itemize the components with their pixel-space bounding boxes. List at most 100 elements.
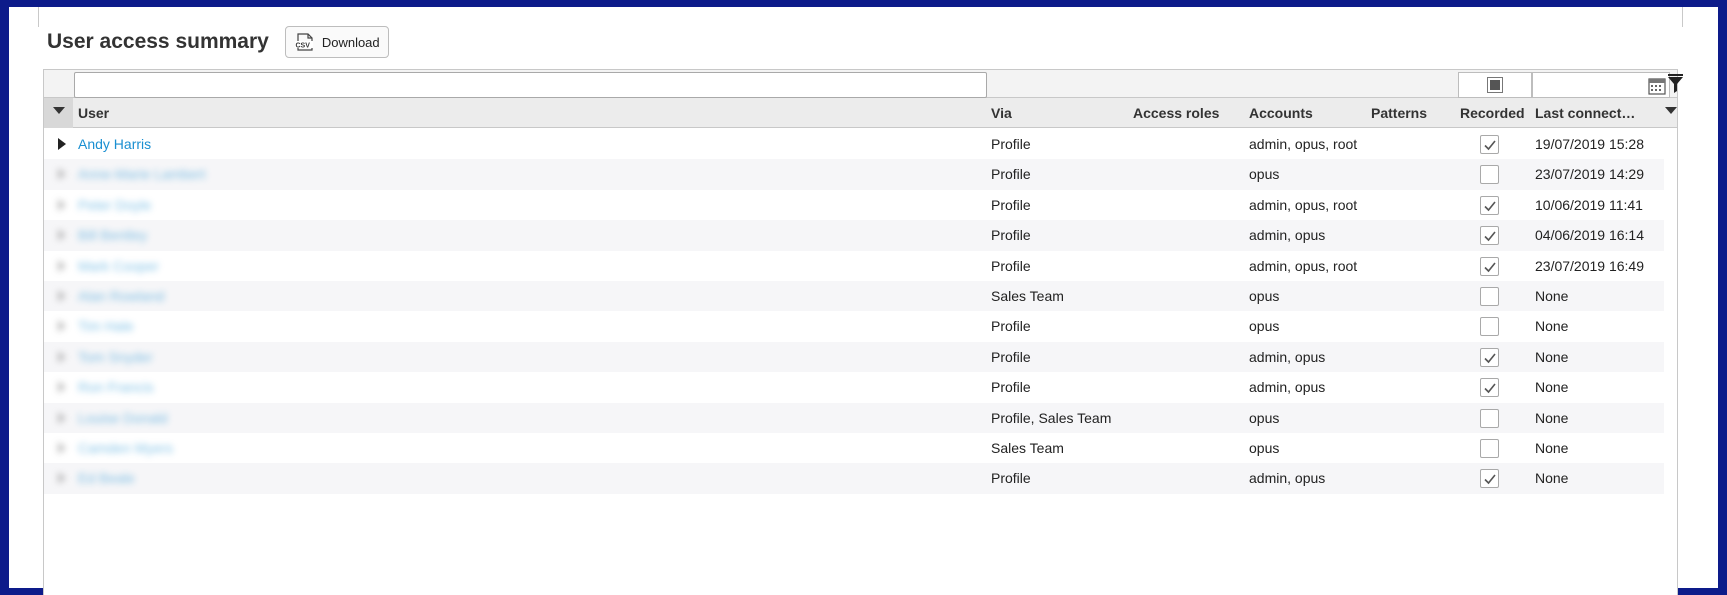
- expand-row-icon[interactable]: [58, 381, 66, 394]
- table-row[interactable]: Bill Bentley Profile admin, opus 04/06/2019…: [44, 220, 1664, 251]
- accounts-cell: admin, opus: [1249, 348, 1326, 365]
- last-connection-cell: 10/06/2019 11:41: [1535, 196, 1643, 213]
- page-header: User access summary CSV Download: [47, 22, 389, 62]
- accounts-cell: admin, opus, root: [1249, 257, 1358, 274]
- table-row[interactable]: Camden Myers Sales Team opus None: [44, 433, 1664, 463]
- recorded-checkbox[interactable]: [1480, 256, 1499, 276]
- via-cell: Profile: [991, 318, 1031, 335]
- user-link[interactable]: Alan Rowland: [78, 288, 164, 304]
- expand-row-icon[interactable]: [58, 441, 66, 454]
- panel-edge-right: [1682, 7, 1683, 27]
- indeterminate-checkbox-icon: [1487, 77, 1503, 93]
- page-title: User access summary: [47, 30, 269, 53]
- column-menu-chevron-icon[interactable]: [1665, 107, 1677, 114]
- table-row[interactable]: Mark Cooper Profile admin, opus, root 23/07…: [44, 251, 1664, 281]
- recorded-checkbox[interactable]: [1480, 286, 1499, 306]
- user-link[interactable]: Ed Beale: [78, 470, 135, 486]
- expand-row-icon[interactable]: [58, 168, 66, 181]
- user-link[interactable]: Tom Snyder: [78, 349, 153, 365]
- via-cell: Profile: [991, 348, 1031, 365]
- accounts-cell: opus: [1249, 287, 1280, 304]
- column-header-via[interactable]: Via: [991, 105, 1012, 121]
- check-icon: [1484, 353, 1496, 363]
- accounts-cell: admin, opus: [1249, 379, 1326, 396]
- check-icon: [1484, 262, 1496, 272]
- user-link[interactable]: Tim Hale: [78, 318, 134, 334]
- column-header-patterns[interactable]: Patterns: [1371, 105, 1427, 121]
- via-cell: Profile: [991, 227, 1031, 244]
- user-link[interactable]: Peter Doyle: [78, 197, 151, 213]
- last-connection-cell: 04/06/2019 16:14: [1535, 227, 1644, 244]
- collapse-all-toggle[interactable]: [44, 98, 73, 128]
- table-row[interactable]: Alan Rowland Sales Team opus None: [44, 280, 1664, 312]
- via-cell: Profile, Sales Team: [991, 409, 1112, 426]
- expand-row-icon[interactable]: [58, 472, 66, 485]
- recorded-checkbox[interactable]: [1480, 347, 1499, 367]
- column-header-access-roles[interactable]: Access roles: [1133, 105, 1219, 121]
- recorded-checkbox[interactable]: [1480, 226, 1499, 246]
- last-connection-cell: None: [1535, 379, 1569, 396]
- accounts-cell: admin, opus, root: [1249, 196, 1358, 213]
- filter-row: [44, 70, 1683, 98]
- check-icon: [1484, 383, 1496, 394]
- recorded-checkbox[interactable]: [1480, 165, 1499, 185]
- table-row[interactable]: Andy Harris Profile admin, opus, root 19/07…: [44, 129, 1664, 159]
- recorded-checkbox[interactable]: [1480, 438, 1499, 458]
- table-row[interactable]: Ed Beale Profile admin, opus None: [44, 463, 1664, 494]
- column-header-user[interactable]: User: [78, 105, 109, 121]
- accounts-cell: opus: [1249, 318, 1280, 335]
- recorded-checkbox[interactable]: [1480, 469, 1499, 489]
- user-link[interactable]: Louise Donald: [78, 410, 168, 426]
- recorded-filter-checkbox[interactable]: [1458, 72, 1532, 98]
- expand-row-icon[interactable]: [58, 138, 66, 150]
- expand-row-icon[interactable]: [58, 350, 66, 363]
- calendar-icon[interactable]: [1648, 77, 1666, 95]
- accounts-cell: opus: [1249, 166, 1280, 183]
- table-row[interactable]: Tom Snyder Profile admin, opus None: [44, 341, 1664, 373]
- accounts-cell: opus: [1249, 439, 1280, 456]
- recorded-checkbox[interactable]: [1480, 135, 1499, 154]
- table-row[interactable]: Ron Francis Profile admin, opus None: [44, 372, 1664, 402]
- last-connection-cell: 23/07/2019 14:29: [1535, 166, 1644, 183]
- via-cell: Sales Team: [991, 287, 1064, 304]
- recorded-checkbox[interactable]: [1480, 317, 1499, 337]
- user-link[interactable]: Anne-Marie Lambert: [78, 166, 206, 182]
- column-header-accounts[interactable]: Accounts: [1249, 105, 1313, 121]
- last-connection-cell: None: [1535, 439, 1569, 456]
- via-cell: Profile: [991, 379, 1031, 396]
- user-access-grid: User Via Access roles Accounts Patterns …: [43, 69, 1683, 595]
- column-header-recorded[interactable]: Recorded: [1460, 105, 1525, 121]
- table-row[interactable]: Anne-Marie Lambert Profile opus 23/07/2019 …: [44, 159, 1664, 190]
- expand-row-icon[interactable]: [58, 259, 66, 272]
- last-connection-filter[interactable]: [1532, 72, 1670, 98]
- table-row[interactable]: Peter Doyle Profile admin, opus, root 10/06…: [44, 190, 1664, 220]
- via-cell: Profile: [991, 470, 1031, 487]
- via-cell: Sales Team: [991, 439, 1064, 456]
- user-link[interactable]: Mark Cooper: [78, 258, 159, 274]
- accounts-cell: opus: [1249, 409, 1280, 426]
- user-link[interactable]: Bill Bentley: [78, 227, 147, 243]
- expand-row-icon[interactable]: [58, 229, 66, 242]
- recorded-checkbox[interactable]: [1480, 408, 1499, 428]
- column-header-last-connection[interactable]: Last connect…: [1535, 105, 1635, 121]
- funnel-icon[interactable]: [1668, 74, 1683, 94]
- check-icon: [1484, 474, 1496, 485]
- accounts-cell: admin, opus, root: [1249, 136, 1358, 152]
- expand-row-icon[interactable]: [58, 411, 66, 424]
- expand-row-icon[interactable]: [58, 198, 66, 211]
- recorded-checkbox[interactable]: [1480, 378, 1499, 398]
- csv-file-icon: CSV: [294, 33, 316, 51]
- expand-row-icon[interactable]: [58, 289, 66, 302]
- table-row[interactable]: Tim Hale Profile opus None: [44, 311, 1664, 341]
- user-link[interactable]: Andy Harris: [78, 136, 151, 152]
- user-link[interactable]: Ron Francis: [78, 379, 153, 395]
- user-link[interactable]: Camden Myers: [78, 440, 173, 456]
- table-row[interactable]: Louise Donald Profile, Sales Team opus None: [44, 402, 1664, 433]
- recorded-checkbox[interactable]: [1480, 195, 1499, 215]
- download-csv-button[interactable]: CSV Download: [284, 26, 389, 58]
- download-label: Download: [321, 34, 380, 50]
- table-body: Andy Harris Profile admin, opus, root 19/07…: [44, 129, 1664, 494]
- last-connection-cell: None: [1535, 470, 1569, 487]
- expand-row-icon[interactable]: [58, 320, 66, 333]
- user-filter-input[interactable]: [74, 72, 987, 98]
